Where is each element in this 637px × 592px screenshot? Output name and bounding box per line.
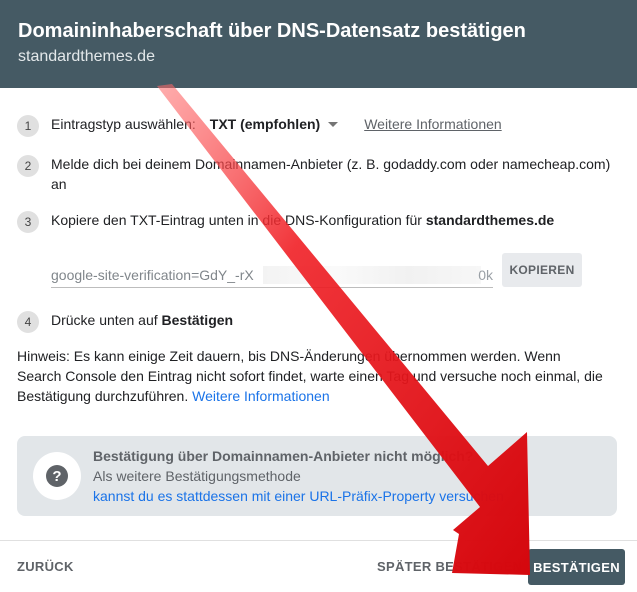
- hint-more-info-link[interactable]: Weitere Informationen: [192, 388, 329, 404]
- step-number: 1: [17, 115, 39, 137]
- step-number: 2: [17, 155, 39, 177]
- step-text: Drücke unten auf Bestätigen: [51, 312, 234, 328]
- dialog-header: Domaininhaberschaft über DNS-Datensatz b…: [0, 0, 637, 88]
- confirm-button[interactable]: BESTÄTIGEN: [528, 549, 625, 585]
- copy-button[interactable]: KOPIEREN: [502, 253, 582, 287]
- step-2: 2 Melde dich bei deinem Domainnamen-Anbi…: [17, 154, 617, 194]
- record-type-value: TXT (empfohlen): [209, 116, 321, 132]
- txt-record-tail: 0k: [478, 267, 493, 283]
- step-number: 3: [17, 211, 39, 233]
- txt-record-field[interactable]: google-site-verification=GdY_-rX 0k: [51, 264, 493, 288]
- dialog-subtitle: standardthemes.de: [18, 48, 155, 65]
- back-button[interactable]: ZURÜCK: [17, 559, 74, 574]
- hint-text: Hinweis: Es kann einige Zeit dauern, bis…: [17, 348, 603, 404]
- domain-name: standardthemes.de: [425, 212, 555, 228]
- dialog-footer: ZURÜCK SPÄTER BESTÄTIGEN BESTÄTIGEN: [0, 540, 637, 592]
- info-icon-circle: ?: [33, 452, 81, 500]
- more-info-link[interactable]: Weitere Informationen: [364, 114, 501, 134]
- txt-record-value: google-site-verification=GdY_-rX: [51, 267, 254, 283]
- step-1: 1 Eintragstyp auswählen: TXT (empfohlen)…: [17, 114, 502, 137]
- info-box-title: Bestätigung über Domainnamen-Anbieter ni…: [93, 448, 474, 464]
- dialog-title: Domaininhaberschaft über DNS-Datensatz b…: [18, 20, 526, 42]
- redacted-area: [263, 266, 481, 284]
- dialog-content: 1 Eintragstyp auswählen: TXT (empfohlen)…: [0, 88, 637, 540]
- step-text: Kopiere den TXT-Eintrag unten in die DNS…: [51, 212, 555, 228]
- step-text: Melde dich bei deinem Domainnamen-Anbiet…: [51, 156, 611, 192]
- step-3: 3 Kopiere den TXT-Eintrag unten in die D…: [17, 210, 554, 233]
- chevron-down-icon: [328, 121, 339, 127]
- info-box-text: Als weitere Bestätigungsmethode: [93, 468, 301, 484]
- step-number: 4: [17, 311, 39, 333]
- alternative-method-box: ? Bestätigung über Domainnamen-Anbieter …: [17, 436, 617, 516]
- url-prefix-link[interactable]: kannst du es stattdessen mit einer URL-P…: [93, 486, 504, 506]
- verify-later-button[interactable]: SPÄTER BESTÄTIGEN: [377, 559, 522, 574]
- record-type-select[interactable]: TXT (empfohlen): [210, 114, 364, 134]
- step-4: 4 Drücke unten auf Bestätigen: [17, 310, 233, 333]
- step-label: Eintragstyp auswählen:: [51, 116, 196, 132]
- question-icon: ?: [46, 465, 68, 487]
